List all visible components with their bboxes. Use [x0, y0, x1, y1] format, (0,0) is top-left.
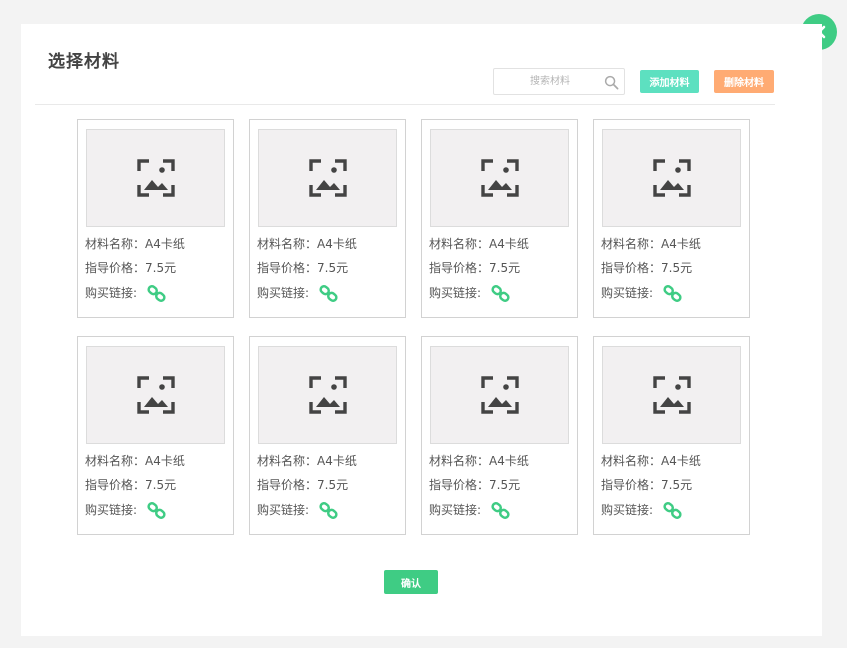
buy-link-label: 购买链接:: [257, 503, 310, 517]
search-box[interactable]: [493, 68, 625, 95]
material-name: 材料名称：A4卡纸: [85, 454, 185, 468]
material-thumbnail: [86, 346, 225, 444]
material-price: 指导价格：7.5元: [429, 261, 521, 275]
material-thumbnail: [602, 346, 741, 444]
buy-link-label: 购买链接:: [429, 503, 482, 517]
material-name: 材料名称：A4卡纸: [257, 237, 357, 251]
buy-link-label: 购买链接:: [257, 286, 310, 300]
buy-link-label: 购买链接:: [601, 503, 654, 517]
material-card[interactable]: 材料名称：A4卡纸 指导价格：7.5元 购买链接:: [77, 119, 234, 318]
add-material-button[interactable]: 添加材料: [640, 70, 699, 93]
material-buy-link-row: 购买链接:: [85, 499, 166, 520]
material-price: 指导价格：7.5元: [429, 478, 521, 492]
buy-link-label: 购买链接:: [601, 286, 654, 300]
material-buy-link-row: 购买链接:: [257, 499, 338, 520]
image-placeholder-icon: [652, 159, 691, 197]
image-placeholder-icon: [136, 159, 175, 197]
material-card[interactable]: 材料名称：A4卡纸 指导价格：7.5元 购买链接:: [421, 119, 578, 318]
material-name: 材料名称：A4卡纸: [429, 237, 529, 251]
material-name: 材料名称：A4卡纸: [85, 237, 185, 251]
material-buy-link-row: 购买链接:: [429, 282, 510, 303]
link-icon[interactable]: [147, 501, 166, 520]
material-price: 指导价格：7.5元: [85, 478, 177, 492]
material-price: 指导价格：7.5元: [85, 261, 177, 275]
material-buy-link-row: 购买链接:: [601, 282, 682, 303]
material-card[interactable]: 材料名称：A4卡纸 指导价格：7.5元 购买链接:: [421, 336, 578, 535]
material-thumbnail: [430, 129, 569, 227]
buy-link-label: 购买链接:: [85, 286, 138, 300]
material-card[interactable]: 材料名称：A4卡纸 指导价格：7.5元 购买链接:: [77, 336, 234, 535]
material-thumbnail: [602, 129, 741, 227]
link-icon[interactable]: [663, 284, 682, 303]
link-icon[interactable]: [147, 284, 166, 303]
image-placeholder-icon: [308, 376, 347, 414]
image-placeholder-icon: [480, 376, 519, 414]
link-icon[interactable]: [491, 501, 510, 520]
material-price: 指导价格：7.5元: [601, 261, 693, 275]
delete-material-button[interactable]: 删除材料: [714, 70, 774, 93]
material-buy-link-row: 购买链接:: [85, 282, 166, 303]
dialog-title: 选择材料: [48, 52, 120, 72]
material-thumbnail: [86, 129, 225, 227]
material-card[interactable]: 材料名称：A4卡纸 指导价格：7.5元 购买链接:: [249, 336, 406, 535]
material-price: 指导价格：7.5元: [257, 261, 349, 275]
material-card[interactable]: 材料名称：A4卡纸 指导价格：7.5元 购买链接:: [593, 336, 750, 535]
select-material-dialog: 选择材料 添加材料 删除材料 材料名称：A4卡纸 指导价格：7.5元 购买链接:: [21, 24, 822, 636]
image-placeholder-icon: [652, 376, 691, 414]
material-price: 指导价格：7.5元: [601, 478, 693, 492]
material-name: 材料名称：A4卡纸: [601, 454, 701, 468]
material-name: 材料名称：A4卡纸: [257, 454, 357, 468]
image-placeholder-icon: [136, 376, 175, 414]
material-name: 材料名称：A4卡纸: [429, 454, 529, 468]
image-placeholder-icon: [308, 159, 347, 197]
material-price: 指导价格：7.5元: [257, 478, 349, 492]
buy-link-label: 购买链接:: [85, 503, 138, 517]
header-divider: [35, 104, 775, 105]
material-buy-link-row: 购买链接:: [601, 499, 682, 520]
material-thumbnail: [430, 346, 569, 444]
material-thumbnail: [258, 129, 397, 227]
material-card[interactable]: 材料名称：A4卡纸 指导价格：7.5元 购买链接:: [249, 119, 406, 318]
link-icon[interactable]: [319, 501, 338, 520]
material-thumbnail: [258, 346, 397, 444]
material-name: 材料名称：A4卡纸: [601, 237, 701, 251]
buy-link-label: 购买链接:: [429, 286, 482, 300]
search-input[interactable]: [500, 72, 600, 91]
material-card[interactable]: 材料名称：A4卡纸 指导价格：7.5元 购买链接:: [593, 119, 750, 318]
link-icon[interactable]: [319, 284, 338, 303]
search-icon[interactable]: [604, 75, 619, 90]
image-placeholder-icon: [480, 159, 519, 197]
material-buy-link-row: 购买链接:: [429, 499, 510, 520]
link-icon[interactable]: [491, 284, 510, 303]
material-buy-link-row: 购买链接:: [257, 282, 338, 303]
confirm-button[interactable]: 确认: [384, 570, 438, 594]
link-icon[interactable]: [663, 501, 682, 520]
